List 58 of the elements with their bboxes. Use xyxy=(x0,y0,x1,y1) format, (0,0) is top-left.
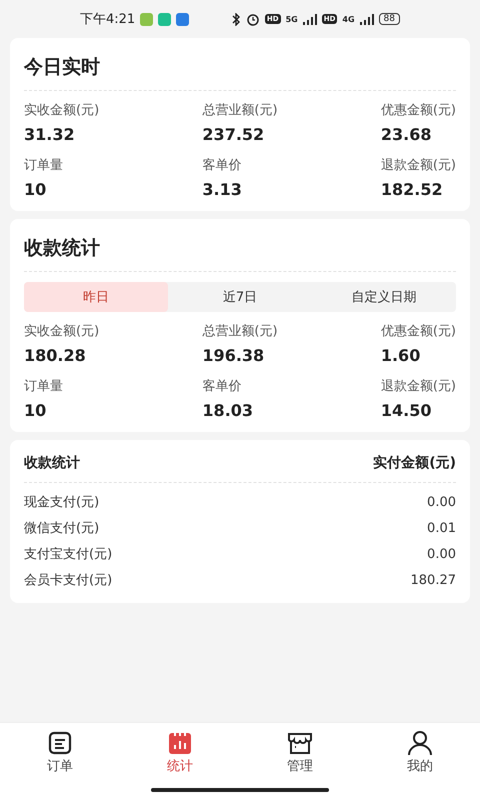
stat-value: 1.60 xyxy=(380,346,422,365)
section-title: 今日实时 xyxy=(24,44,456,91)
nav-tab[interactable]: 我的 xyxy=(360,729,480,776)
stat-value: 180.28 xyxy=(24,346,87,365)
status-time: 下午4:21 xyxy=(80,11,136,28)
nav-tab[interactable]: 统计 xyxy=(120,729,240,776)
stat-label: 订单量 xyxy=(24,378,64,395)
app-notification-icon xyxy=(176,12,190,26)
alarm-clock-icon xyxy=(246,12,260,26)
stat-value: 3.13 xyxy=(202,180,243,199)
stat-value: 196.38 xyxy=(202,346,266,365)
bluetooth-icon xyxy=(232,12,241,26)
date-range-tab[interactable]: 近7日 xyxy=(168,282,312,312)
payment-amount: 0.00 xyxy=(427,494,456,510)
signal-icon xyxy=(360,14,374,24)
stat-value: 31.32 xyxy=(24,125,76,144)
stat-value: 10 xyxy=(24,401,48,420)
stat-value: 182.52 xyxy=(380,180,444,199)
payment-amount: 0.01 xyxy=(427,520,456,536)
stat-label: 订单量 xyxy=(24,157,64,174)
signal-icon xyxy=(302,14,317,24)
stat-label: 总营业额(元) xyxy=(202,102,279,119)
date-range-tab[interactable]: 自定义日期 xyxy=(312,282,456,312)
payment-method: 微信支付(元) xyxy=(24,520,100,537)
stat-label: 优惠金额(元) xyxy=(380,102,456,119)
nav-tab[interactable]: 管理 xyxy=(240,729,360,776)
payment-amount: 0.00 xyxy=(427,546,456,562)
payment-amount: 180.27 xyxy=(410,572,456,588)
payment-method: 支付宝支付(元) xyxy=(24,546,112,563)
network-type: 5G xyxy=(286,14,298,24)
stat-value: 18.03 xyxy=(202,401,254,420)
stat-value: 10 xyxy=(24,180,48,199)
column-header: 实付金额(元) xyxy=(373,454,456,472)
stat-label: 退款金额(元) xyxy=(380,157,456,174)
network-type: 4G xyxy=(342,14,355,24)
payment-method: 现金支付(元) xyxy=(24,494,100,511)
app-notification-icon xyxy=(140,12,154,26)
column-header: 收款统计 xyxy=(24,454,80,472)
stat-value: 14.50 xyxy=(380,401,432,420)
stat-label: 实收金额(元) xyxy=(24,102,100,119)
section-title: 收款统计 xyxy=(24,225,456,272)
bar-chart-icon xyxy=(167,730,193,756)
storefront-icon xyxy=(286,730,314,756)
stat-value: 23.68 xyxy=(380,125,432,144)
stat-label: 客单价 xyxy=(202,157,242,174)
nav-tab[interactable]: 订单 xyxy=(0,729,120,776)
battery-level: 88 xyxy=(378,13,400,25)
app-notification-icon xyxy=(158,12,172,26)
document-icon xyxy=(47,730,73,756)
payment-method: 会员卡支付(元) xyxy=(24,572,112,589)
stat-label: 总营业额(元) xyxy=(202,323,279,340)
user-icon xyxy=(407,730,433,756)
stat-label: 实收金额(元) xyxy=(24,323,100,340)
stat-value: 237.52 xyxy=(202,125,266,144)
stat-label: 客单价 xyxy=(202,378,242,395)
date-range-tab[interactable]: 昨日 xyxy=(24,282,168,312)
stat-label: 优惠金额(元) xyxy=(380,323,456,340)
stat-label: 退款金额(元) xyxy=(380,378,456,395)
